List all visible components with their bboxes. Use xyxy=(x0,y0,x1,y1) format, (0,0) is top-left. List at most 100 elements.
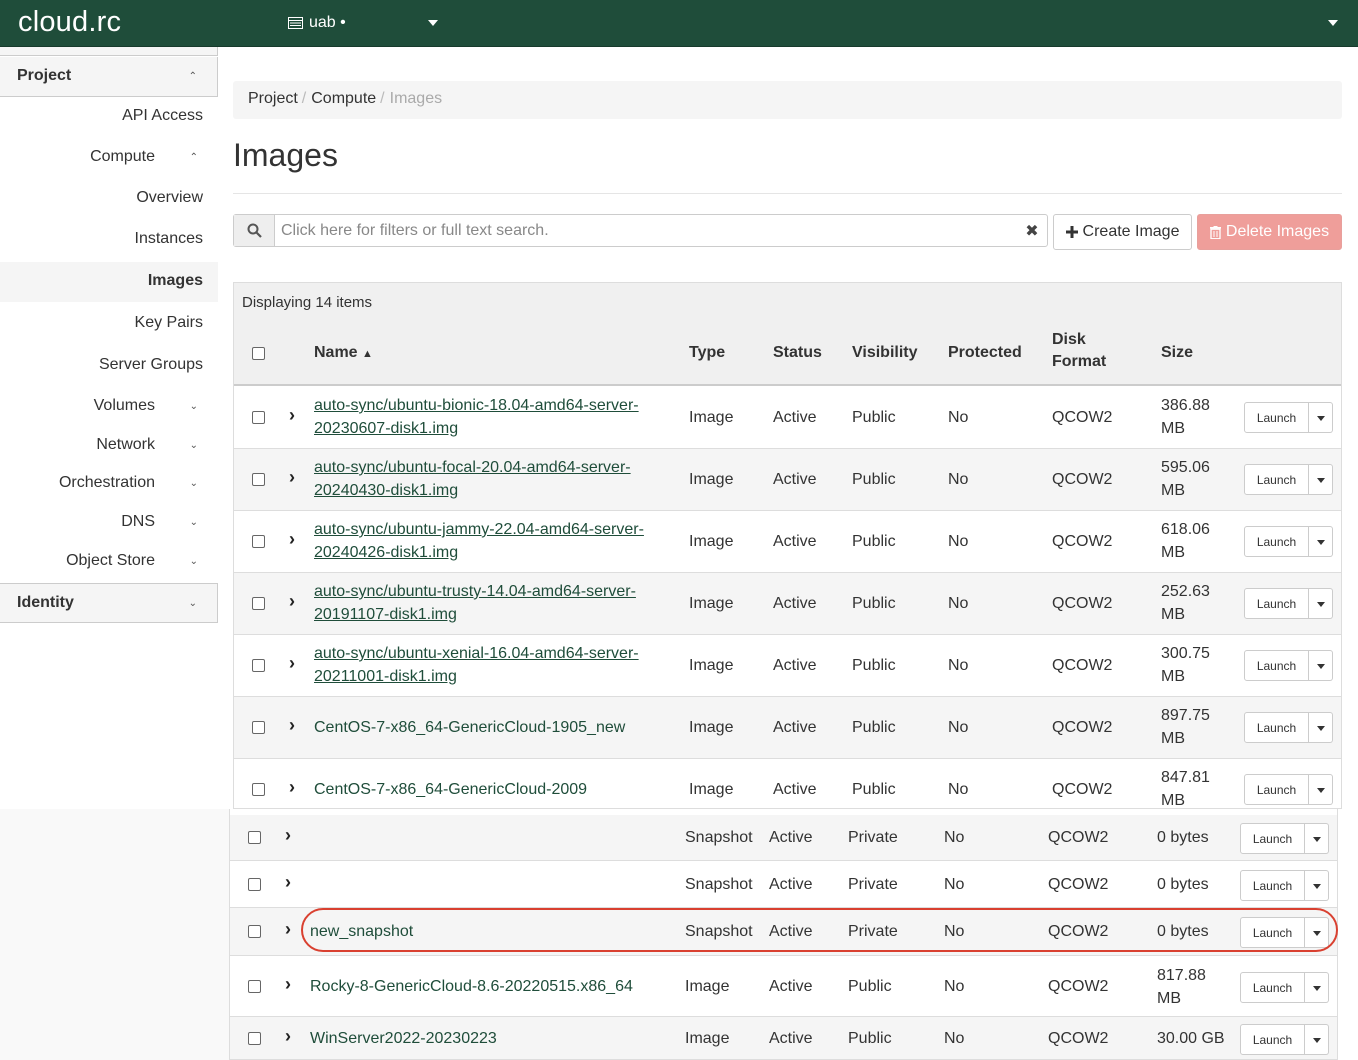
sidebar-item-server-groups[interactable]: Server Groups xyxy=(0,346,218,386)
launch-dropdown-caret-icon[interactable] xyxy=(1309,402,1333,433)
launch-dropdown-caret-icon[interactable] xyxy=(1309,464,1333,495)
breadcrumb-project[interactable]: Project xyxy=(248,90,298,107)
expand-row-chevron-icon[interactable]: › xyxy=(285,872,291,893)
search-input[interactable] xyxy=(275,215,1017,246)
project-dropdown-caret-icon[interactable] xyxy=(428,20,438,26)
expand-row-chevron-icon[interactable]: › xyxy=(289,715,295,736)
column-header-type[interactable]: Type xyxy=(689,344,725,362)
chevron-down-icon: ⌄ xyxy=(189,556,198,567)
launch-dropdown-caret-icon[interactable] xyxy=(1305,917,1329,948)
expand-row-chevron-icon[interactable]: › xyxy=(289,529,295,550)
sidebar-item-overview[interactable]: Overview xyxy=(0,179,218,219)
sidebar-filler xyxy=(0,809,229,1060)
image-name-link[interactable]: auto-sync/ubuntu-jammy-22.04-amd64-serve… xyxy=(314,518,644,564)
launch-dropdown-caret-icon[interactable] xyxy=(1305,870,1329,901)
launch-button[interactable]: Launch xyxy=(1240,823,1305,854)
sidebar-item-compute[interactable]: Compute ⌃ xyxy=(0,138,218,178)
row-checkbox[interactable] xyxy=(252,659,265,672)
row-checkbox[interactable] xyxy=(252,411,265,424)
search-icon[interactable] xyxy=(234,215,275,246)
sidebar-item-key-pairs[interactable]: Key Pairs xyxy=(0,304,218,344)
sidebar-item-dns[interactable]: DNS ⌄ xyxy=(0,503,218,543)
sidebar-section-project[interactable]: Project ⌃ xyxy=(0,57,218,97)
row-checkbox[interactable] xyxy=(248,925,261,938)
row-checkbox[interactable] xyxy=(252,473,265,486)
expand-row-chevron-icon[interactable]: › xyxy=(289,405,295,426)
launch-dropdown-caret-icon[interactable] xyxy=(1305,1024,1329,1055)
expand-row-chevron-icon[interactable]: › xyxy=(285,825,291,846)
sidebar: Project ⌃ API Access Compute ⌃ Overview I… xyxy=(0,47,218,809)
image-type: Image xyxy=(689,409,734,426)
sidebar-item-object-store[interactable]: Object Store ⌄ xyxy=(0,542,218,582)
launch-dropdown-caret-icon[interactable] xyxy=(1305,823,1329,854)
table-row: › auto-sync/ubuntu-xenial-16.04-amd64-ser… xyxy=(234,635,1341,697)
launch-button[interactable]: Launch xyxy=(1244,464,1309,495)
expand-row-chevron-icon[interactable]: › xyxy=(285,919,291,940)
image-disk-format: QCOW2 xyxy=(1052,471,1113,488)
image-name-link[interactable]: WinServer2022-20230223 xyxy=(310,1027,497,1050)
launch-dropdown-caret-icon[interactable] xyxy=(1309,650,1333,681)
clear-search-icon[interactable]: ✖ xyxy=(1017,215,1047,246)
row-checkbox[interactable] xyxy=(252,535,265,548)
breadcrumb-compute[interactable]: Compute xyxy=(311,90,376,107)
image-visibility: Public xyxy=(852,471,896,488)
create-image-button[interactable]: Create Image xyxy=(1053,214,1192,250)
project-selector[interactable]: uab • xyxy=(288,14,346,32)
sidebar-item-instances[interactable]: Instances xyxy=(0,220,218,260)
launch-dropdown-caret-icon[interactable] xyxy=(1309,774,1333,805)
row-checkbox[interactable] xyxy=(248,878,261,891)
sidebar-item-network[interactable]: Network ⌄ xyxy=(0,426,218,466)
row-checkbox[interactable] xyxy=(248,1032,261,1045)
expand-row-chevron-icon[interactable]: › xyxy=(289,653,295,674)
launch-dropdown-caret-icon[interactable] xyxy=(1305,972,1329,1003)
expand-row-chevron-icon[interactable]: › xyxy=(289,467,295,488)
chevron-up-icon: ⌃ xyxy=(188,71,197,82)
sidebar-item-volumes[interactable]: Volumes ⌄ xyxy=(0,387,218,427)
launch-button[interactable]: Launch xyxy=(1244,526,1309,557)
user-menu-caret-icon[interactable] xyxy=(1328,20,1338,26)
expand-row-chevron-icon[interactable]: › xyxy=(289,591,295,612)
image-name-link[interactable]: auto-sync/ubuntu-xenial-16.04-amd64-serv… xyxy=(314,642,639,688)
row-checkbox[interactable] xyxy=(248,831,261,844)
launch-button[interactable]: Launch xyxy=(1244,588,1309,619)
image-name-link[interactable]: auto-sync/ubuntu-bionic-18.04-amd64-serv… xyxy=(314,394,639,440)
image-name-link[interactable]: auto-sync/ubuntu-focal-20.04-amd64-serve… xyxy=(314,456,631,502)
launch-dropdown-caret-icon[interactable] xyxy=(1309,526,1333,557)
launch-dropdown-caret-icon[interactable] xyxy=(1309,588,1333,619)
image-name-link[interactable]: CentOS-7-x86_64-GenericCloud-1905_new xyxy=(314,716,625,739)
launch-button[interactable]: Launch xyxy=(1244,402,1309,433)
expand-row-chevron-icon[interactable]: › xyxy=(285,1026,291,1047)
sidebar-item-orchestration[interactable]: Orchestration ⌄ xyxy=(0,464,218,504)
sidebar-section-identity[interactable]: Identity ⌄ xyxy=(0,583,218,623)
brand-logo[interactable]: cloud.rc xyxy=(18,6,121,39)
row-checkbox[interactable] xyxy=(252,783,265,796)
row-checkbox[interactable] xyxy=(252,597,265,610)
select-all-checkbox[interactable] xyxy=(252,347,265,360)
image-name-link[interactable]: auto-sync/ubuntu-trusty-14.04-amd64-serv… xyxy=(314,580,636,626)
row-checkbox[interactable] xyxy=(252,721,265,734)
column-header-size[interactable]: Size xyxy=(1161,344,1193,362)
launch-button[interactable]: Launch xyxy=(1240,972,1305,1003)
expand-row-chevron-icon[interactable]: › xyxy=(289,777,295,798)
launch-button[interactable]: Launch xyxy=(1240,870,1305,901)
column-header-name[interactable]: Name ▲ xyxy=(314,344,373,362)
sidebar-item-api-access[interactable]: API Access xyxy=(0,97,218,137)
launch-button[interactable]: Launch xyxy=(1240,1024,1305,1055)
delete-images-button[interactable]: Delete Images xyxy=(1197,214,1342,250)
expand-row-chevron-icon[interactable]: › xyxy=(285,974,291,995)
launch-button[interactable]: Launch xyxy=(1244,774,1309,805)
launch-dropdown-caret-icon[interactable] xyxy=(1309,712,1333,743)
column-header-visibility[interactable]: Visibility xyxy=(852,344,918,362)
column-header-disk-format[interactable]: Disk Format xyxy=(1052,331,1106,371)
image-size: 386.88 MB xyxy=(1161,397,1210,437)
image-name-link[interactable]: CentOS-7-x86_64-GenericCloud-2009 xyxy=(314,778,587,801)
image-name-link[interactable]: Rocky-8-GenericCloud-8.6-20220515.x86_64 xyxy=(310,975,633,998)
column-header-status[interactable]: Status xyxy=(773,344,822,362)
launch-button[interactable]: Launch xyxy=(1244,650,1309,681)
sidebar-item-images[interactable]: Images xyxy=(0,262,218,302)
launch-button[interactable]: Launch xyxy=(1244,712,1309,743)
row-checkbox[interactable] xyxy=(248,980,261,993)
image-name-link[interactable]: new_snapshot xyxy=(310,920,413,943)
launch-button[interactable]: Launch xyxy=(1240,917,1305,948)
column-header-protected[interactable]: Protected xyxy=(948,344,1022,362)
